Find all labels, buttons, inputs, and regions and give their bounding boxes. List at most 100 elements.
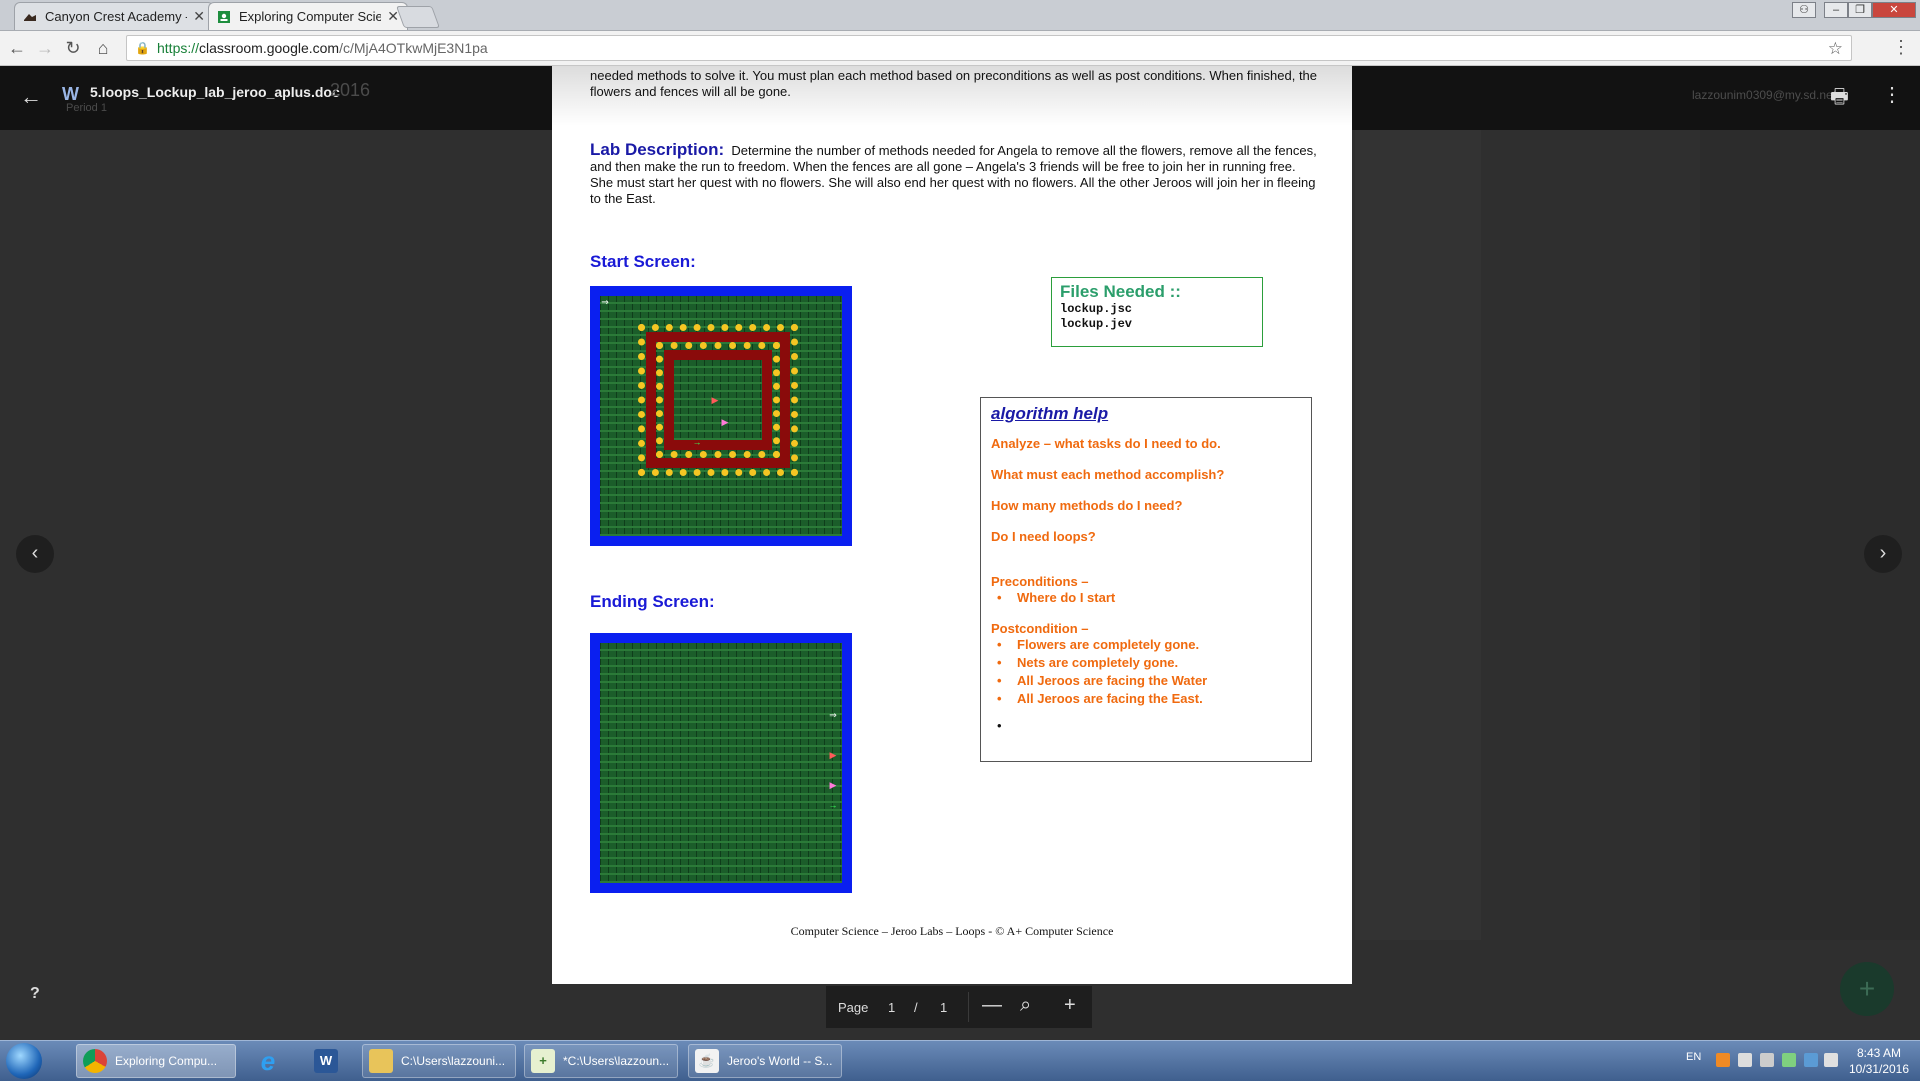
lab-description: Lab Description: Determine the number of… — [590, 141, 1320, 207]
pager-divider — [968, 992, 969, 1022]
tab-exploring-cs[interactable]: Exploring Computer Scie ✕ — [208, 2, 408, 30]
word-icon: W — [314, 1049, 338, 1073]
taskbar-word[interactable]: W — [302, 1044, 350, 1078]
profile-icon[interactable]: ⚇ — [1792, 2, 1816, 18]
help-icon[interactable]: ? — [30, 985, 40, 1003]
taskbar-jeroo[interactable]: ☕ Jeroo's World -- S... — [688, 1044, 842, 1078]
period-label: Period 1 — [66, 102, 107, 114]
clock-time: 8:43 AM — [1856, 1046, 1902, 1060]
classroom-favicon-icon — [217, 10, 231, 24]
folder-icon — [369, 1049, 393, 1073]
document-footer: Computer Science – Jeroo Labs – Loops - … — [790, 924, 1114, 938]
tab-title: Canyon Crest Academy - — [45, 9, 188, 24]
current-page: 1 — [888, 1000, 896, 1015]
taskbar-chrome[interactable]: Exploring Compu... — [76, 1044, 236, 1078]
java-icon: ☕ — [695, 1049, 719, 1073]
preconditions-heading: Preconditions – — [991, 574, 1089, 589]
page-separator: / — [914, 1000, 918, 1015]
address-bar[interactable]: 🔒 https://classroom.google.com/c/MjA4OTk… — [126, 35, 1852, 61]
url-text: https://classroom.google.com/c/MjA4OTkwM… — [157, 40, 488, 56]
algorithm-question: Analyze – what tasks do I need to do. — [991, 436, 1221, 451]
back-icon[interactable]: ← — [4, 36, 30, 60]
zoom-out-icon[interactable]: — — [982, 994, 1002, 1017]
precondition-item: Where do I start — [1017, 589, 1301, 607]
bookmark-star-icon[interactable]: ☆ — [1828, 39, 1843, 59]
jeroo-green-icon: → — [828, 800, 838, 810]
system-tray: EN 8:43 AM 10/31/2016 — [1664, 1041, 1920, 1081]
close-window-button[interactable]: ✕ — [1872, 2, 1916, 18]
jeroo-green-icon: → — [692, 437, 702, 447]
language-indicator[interactable]: EN — [1686, 1051, 1701, 1063]
user-email: lazzounim0309@my.sd.net — [1692, 88, 1837, 102]
forward-icon[interactable]: → — [32, 36, 58, 60]
taskbar-ie[interactable]: e — [244, 1044, 292, 1078]
close-viewer-back-icon[interactable]: ← — [20, 84, 42, 110]
taskbar-editor[interactable]: + *C:\Users\lazzoun... — [524, 1044, 678, 1078]
print-icon[interactable]: 🖶 — [1830, 82, 1849, 116]
tray-network-icon[interactable] — [1782, 1053, 1796, 1067]
tab-title: Exploring Computer Scie — [239, 9, 382, 24]
browser-toolbar: ← → ↻ ⌂ 🔒 https://classroom.google.com/c… — [0, 31, 1920, 66]
ending-screen-image: ⇒ ▶ ▶ → — [590, 633, 852, 893]
jeroo-angela-icon: ⇒ — [829, 710, 837, 720]
tray-flag-icon[interactable] — [1738, 1053, 1752, 1067]
zoom-magnifier-icon[interactable]: ⌕ — [1020, 994, 1031, 1017]
document-page: needed methods to solve it. You must pla… — [552, 66, 1352, 984]
windows-taskbar: Exploring Compu... e W C:\Users\lazzouni… — [0, 1040, 1920, 1081]
ending-grid: ⇒ ▶ ▶ → — [600, 643, 842, 883]
canyon-crest-favicon-icon — [23, 10, 37, 24]
add-fab-button[interactable]: + — [1840, 962, 1894, 1016]
files-needed-box: Files Needed :: lockup.jsc lockup.jev — [1051, 277, 1263, 347]
start-screen-image: ⇒ ▶ ▶ → — [590, 286, 852, 546]
chrome-icon — [83, 1049, 107, 1073]
browser-tab-bar: Canyon Crest Academy - ✕ Exploring Compu… — [0, 0, 1920, 31]
clock-date: 10/31/2016 — [1848, 1062, 1910, 1076]
reload-icon[interactable]: ↻ — [60, 36, 86, 60]
postcondition-item: Flowers are completely gone. — [1017, 636, 1301, 654]
close-tab-icon[interactable]: ✕ — [193, 8, 205, 25]
new-tab-button[interactable] — [395, 6, 441, 28]
jeroo-red-icon: ▶ — [711, 395, 719, 405]
algorithm-question: Do I need loops? — [991, 529, 1096, 544]
tab-canyon-crest[interactable]: Canyon Crest Academy - ✕ — [14, 2, 214, 30]
algorithm-question: What must each method accomplish? — [991, 467, 1225, 482]
start-screen-title: Start Screen: — [590, 252, 696, 271]
taskbar-item-label: Jeroo's World -- S... — [727, 1054, 833, 1068]
restore-button[interactable]: ❐ — [1848, 2, 1872, 18]
taskbar-explorer[interactable]: C:\Users\lazzouni... — [362, 1044, 516, 1078]
tray-app-icon[interactable] — [1716, 1053, 1730, 1067]
file-name: lockup.jev — [1060, 317, 1133, 331]
chrome-menu-icon[interactable]: ⋮ — [1892, 37, 1910, 58]
postcondition-item: All Jeroos are facing the Water — [1017, 672, 1301, 690]
document-filename: 5.loops_Lockup_lab_jeroo_aplus.doc — [90, 84, 340, 100]
zoom-in-icon[interactable]: + — [1064, 994, 1076, 1017]
previous-file-button[interactable]: ‹ — [16, 535, 54, 573]
taskbar-item-label: Exploring Compu... — [115, 1054, 218, 1068]
empty-bullet — [1017, 718, 1301, 733]
jeroo-angela-icon: ⇒ — [601, 297, 609, 307]
algorithm-help-box: algorithm help Analyze – what tasks do I… — [980, 397, 1312, 762]
more-options-icon[interactable]: ⋮ — [1882, 82, 1902, 107]
algorithm-help-title: algorithm help — [991, 404, 1109, 423]
home-icon[interactable]: ⌂ — [90, 36, 116, 60]
minimize-button[interactable]: – — [1824, 2, 1848, 18]
jeroo-pink-icon: ▶ — [829, 780, 837, 790]
internet-explorer-icon: e — [260, 1045, 276, 1076]
taskbar-item-label: C:\Users\lazzouni... — [401, 1054, 506, 1068]
tray-security-icon[interactable] — [1804, 1053, 1818, 1067]
page-controls: Page 1 / 1 — ⌕ + — [826, 986, 1092, 1028]
volume-icon[interactable] — [1824, 1053, 1838, 1067]
taskbar-item-label: *C:\Users\lazzoun... — [563, 1054, 670, 1068]
jeroo-pink-icon: ▶ — [721, 417, 729, 427]
taskbar-clock[interactable]: 8:43 AM 10/31/2016 — [1844, 1045, 1914, 1077]
next-file-button[interactable]: › — [1864, 535, 1902, 573]
ending-screen-title: Ending Screen: — [590, 592, 715, 611]
windows-start-button[interactable] — [6, 1043, 42, 1079]
tray-display-icon[interactable] — [1760, 1053, 1774, 1067]
background-panel — [1355, 130, 1481, 940]
intro-paragraph: needed methods to solve it. You must pla… — [590, 68, 1318, 99]
underlying-title-fragment: 2016 — [330, 80, 371, 100]
algorithm-question: How many methods do I need? — [991, 498, 1183, 513]
jeroo-red-icon: ▶ — [829, 750, 837, 760]
postcondition-item: All Jeroos are facing the East. — [1017, 690, 1301, 708]
